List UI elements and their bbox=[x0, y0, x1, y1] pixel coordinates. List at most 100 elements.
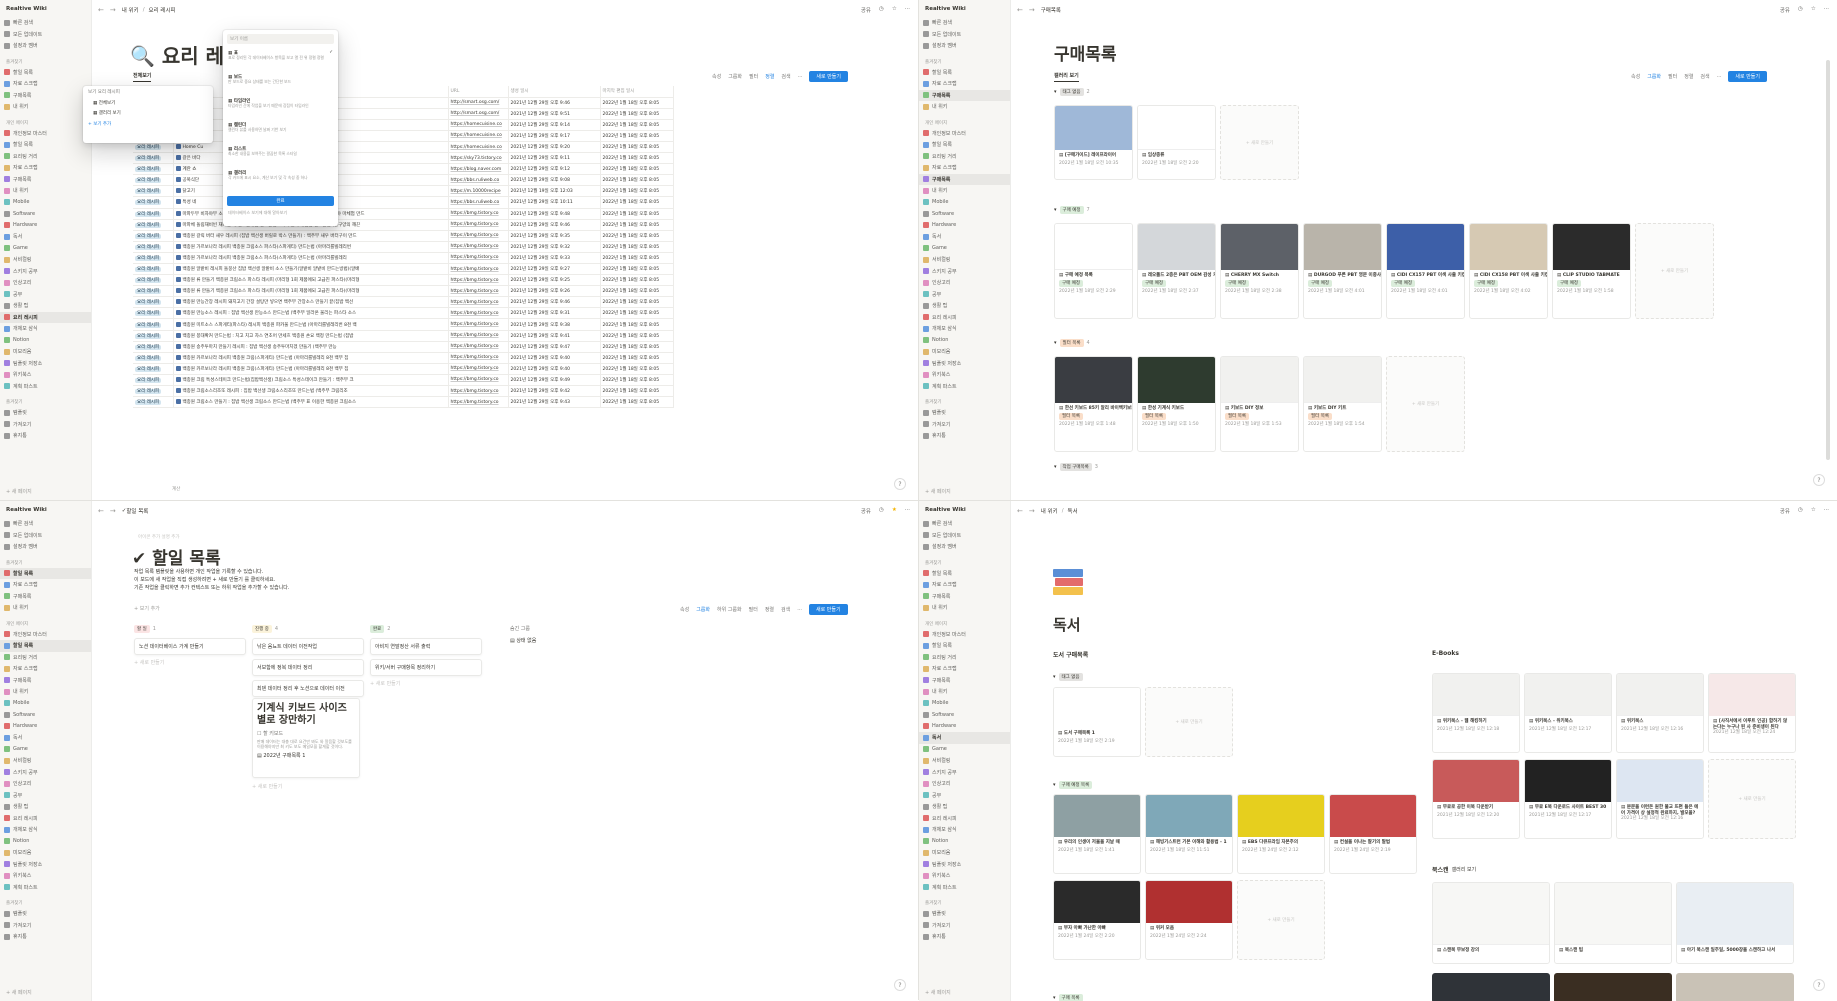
cell-url[interactable]: https://bmg.tistory.co bbox=[448, 296, 509, 309]
cell-url[interactable]: https://homecuisine.co bbox=[448, 141, 509, 154]
share-button[interactable]: 공유 bbox=[1780, 6, 1790, 14]
new-button[interactable]: 새로 만들기 bbox=[809, 71, 848, 82]
sidebar-item[interactable]: Notion bbox=[919, 335, 1010, 347]
cell-name[interactable]: 백종원 크림 특성스테이크 만드는법(집밥백선생) 크림소스 특성스테이크 만들… bbox=[173, 374, 449, 387]
gallery-card[interactable]: ▤ 위커 모음 2022년 1월 24일 오전 2:24 bbox=[1145, 880, 1233, 960]
add-card-button[interactable]: + 새로 만들기 bbox=[134, 659, 246, 666]
sidebar-item[interactable]: Software bbox=[919, 709, 1010, 721]
cell-tag[interactable]: 요리 레시피 bbox=[133, 174, 174, 187]
sidebar-item[interactable]: 독서 bbox=[0, 732, 91, 744]
new-page-button[interactable]: + 새 페이지 bbox=[925, 488, 951, 495]
task-checkbox[interactable]: ☐ 할 키보드 bbox=[257, 730, 355, 737]
breadcrumb-item[interactable]: 구매목록 bbox=[1041, 6, 1061, 14]
toolbar-sort[interactable]: 정렬 bbox=[765, 606, 774, 613]
breadcrumb-item[interactable]: 독서 bbox=[1068, 507, 1078, 515]
table-row[interactable]: 요리 레시피 백종원 미트소스 스파게티(파스타) 레시피 백종원 파카울 만드는… bbox=[133, 318, 674, 331]
new-page-button[interactable]: + 새 페이지 bbox=[925, 989, 951, 996]
add-icon-hint[interactable]: 아이콘 추가 설명 추가 bbox=[138, 534, 180, 540]
sidebar-item[interactable]: 공부 bbox=[919, 790, 1010, 802]
new-page-button[interactable]: + 새 페이지 bbox=[6, 488, 32, 495]
sidebar-item[interactable]: 독서 bbox=[0, 231, 91, 243]
sidebar-item[interactable]: Game bbox=[0, 243, 91, 255]
sidebar-item[interactable]: 자료 스크랩 bbox=[919, 579, 1010, 591]
sidebar-item[interactable]: 개인정보 마스터 bbox=[0, 128, 91, 140]
cell-name[interactable]: 백종원 만능소스 레시피 : 집밥 백선생 만능소스 만드는법 (백주부 일라온… bbox=[173, 307, 449, 320]
cell-tag[interactable]: 요리 레시피 bbox=[133, 307, 174, 320]
add-card-button[interactable]: + 새로 만들기 bbox=[1635, 223, 1714, 319]
gallery-card[interactable]: ▤ 아기 북스캔 일주일, 5000장을 스캔하고 나서 bbox=[1676, 882, 1794, 964]
sidebar-item[interactable]: 생활 팁 bbox=[0, 300, 91, 312]
gallery-card[interactable]: ▤ 위키북스 - 위키북스 2021년 12월 18일 오전 12:17 bbox=[1524, 673, 1612, 753]
gallery-card[interactable]: ▤ CLIP STUDIO TABMATE 구매 예정 2022년 1월 18일 오… bbox=[1552, 223, 1631, 319]
toolbar-more[interactable]: ··· bbox=[797, 607, 802, 613]
cell-url[interactable]: https://m.10000recipe bbox=[448, 185, 509, 198]
sidebar-item[interactable]: 스키지 공부 bbox=[919, 266, 1010, 278]
workspace-name[interactable]: Realtive Wiki bbox=[919, 4, 1010, 17]
sidebar-item[interactable]: 생활 팁 bbox=[919, 801, 1010, 813]
sidebar-item[interactable]: 자료 스크랩 bbox=[0, 579, 91, 591]
cell-url[interactable]: https://bbs.ruliweb.co bbox=[448, 174, 509, 187]
cell-url[interactable]: https://bmg.tistory.co bbox=[448, 318, 509, 331]
sidebar-item[interactable]: Game bbox=[0, 744, 91, 756]
sidebar-item[interactable]: 가져오기 bbox=[919, 920, 1010, 932]
sidebar-item[interactable]: 자료 스크랩 bbox=[0, 78, 91, 90]
sidebar-item[interactable]: 요리 레시피 bbox=[919, 813, 1010, 825]
sidebar-item[interactable]: 요리팅 거리 bbox=[0, 652, 91, 664]
layout-option[interactable]: ▦ 갤러리 각 카드에 표시 요소, 계산 보기 및 각 속성 중 하나 bbox=[223, 168, 338, 192]
cell-name[interactable]: 백종원 류 만들기 백종원 크림소스 파스타 레시피 (마리형 1회 제품에되 … bbox=[173, 274, 449, 287]
card-cover[interactable] bbox=[1554, 973, 1672, 1001]
updates-icon[interactable]: ◷ bbox=[879, 507, 884, 515]
back-icon[interactable]: ← bbox=[1017, 6, 1023, 14]
cell-tag[interactable]: 요리 레시피 bbox=[133, 285, 174, 298]
updates-icon[interactable]: ◷ bbox=[1798, 6, 1803, 14]
cell-name[interactable]: 백종원 카르보나라 레시피 백종원 크림(스파게티) 만드는법 (아마리를빌레리… bbox=[173, 363, 449, 375]
sidebar-item[interactable]: 구매목록 bbox=[919, 675, 1010, 687]
sidebar-item[interactable]: Hardware bbox=[919, 721, 1010, 733]
toolbar-more[interactable]: ··· bbox=[798, 74, 803, 80]
sidebar-item[interactable]: 구매목록 bbox=[919, 89, 1010, 101]
sidebar-item[interactable]: 구매목록 bbox=[919, 591, 1010, 603]
cell-tag[interactable]: 요리 레시피 bbox=[133, 163, 174, 176]
sidebar-item[interactable]: 내 위키 bbox=[0, 101, 91, 113]
gallery-card[interactable]: ▤ 한성 기계식 키보드 필터 목록 2022년 1월 18일 오후 1:50 bbox=[1137, 356, 1216, 452]
table-row[interactable]: 요리 레시피 계란 쇼 https://blog.naver.com 2021년 12… bbox=[133, 163, 674, 176]
sidebar-item[interactable]: 독서 bbox=[919, 732, 1010, 744]
sidebar-item[interactable]: 내 위키 bbox=[919, 686, 1010, 698]
toolbar-search[interactable]: 검색 bbox=[1700, 73, 1709, 80]
gallery-card[interactable]: ▤ [사직서에서 이루트 인공] 합하기 않는다는 누구나 된 사 준비생이 된… bbox=[1708, 673, 1796, 753]
task-card[interactable]: 아비지 연말정산 서류 출력 bbox=[370, 638, 482, 655]
layout-option[interactable]: ▦ 리스트 최소한 내용을 보여주는 깔끔한 목록 스타일 bbox=[223, 144, 338, 168]
chevron-down-icon[interactable]: ▾ bbox=[1054, 340, 1057, 346]
group-header[interactable]: ▾ 작업 구매목록 3 bbox=[1054, 463, 1098, 471]
toolbar-filter[interactable]: 필터 bbox=[749, 606, 758, 613]
group-header[interactable]: ▾ 구매 예정 7 bbox=[1054, 206, 1090, 214]
card-cover[interactable] bbox=[1432, 973, 1550, 1001]
table-row[interactable]: https://homecuisine.co 2021년 12월 29일 오후 9… bbox=[133, 119, 674, 131]
cell-name[interactable]: 백종원 봉대확커 만드는법 : 치고 치고 자스 연초어 만세흐 백종원 손요 … bbox=[173, 330, 449, 342]
sidebar-item[interactable]: 미모리움 bbox=[0, 847, 91, 859]
gallery-card[interactable]: ▤ 분문을 이런돈 원한 불교 뜨편 들은 에어 가격이 상 설정적 완료하지,… bbox=[1616, 759, 1704, 839]
table-row[interactable]: 요리 레시피 백종원 봉대확커 만드는법 : 치고 치고 자스 연초어 만세흐 백… bbox=[133, 330, 674, 342]
sidebar-item[interactable]: 구매목록 bbox=[919, 173, 1010, 185]
toolbar-more[interactable]: ··· bbox=[1717, 74, 1722, 80]
cell-name[interactable]: 백종원 류 만들기 백종원 크림소스 파스타 레시피 (마리형 1회 제품에되 … bbox=[173, 285, 449, 298]
sidebar-item[interactable]: 설정과 멤버 bbox=[0, 40, 91, 52]
help-link[interactable]: 데이터베이스 보기에 대해 알아보기 bbox=[223, 210, 338, 216]
sidebar-item[interactable]: 개인정보 마스터 bbox=[919, 128, 1010, 140]
sidebar-item[interactable]: 요리팅 거리 bbox=[0, 151, 91, 163]
cell-tag[interactable]: 요리 레시피 bbox=[133, 263, 174, 276]
sidebar-item[interactable]: 설정과 멤버 bbox=[919, 40, 1010, 52]
sidebar-item[interactable]: 서비컬링 bbox=[919, 254, 1010, 266]
gallery-card[interactable]: ▤ 해빙기스트런 기본 이해와 활용법 - 1 2022년 1월 18일 오전 1… bbox=[1145, 794, 1233, 874]
table-row[interactable]: http://smart.osg.com/2021년 12월 29일 오후 9:… bbox=[133, 108, 674, 120]
sidebar-item[interactable]: 빠른 검색 bbox=[0, 17, 91, 29]
cell-tag[interactable]: 요리 레시피 bbox=[133, 230, 174, 242]
column-created[interactable]: 생성 일시 bbox=[508, 86, 601, 98]
more-icon[interactable]: ··· bbox=[1824, 6, 1829, 14]
sidebar-item[interactable]: 위키북스 bbox=[919, 369, 1010, 381]
gallery-card[interactable]: ▤ 북스캔 팁 bbox=[1554, 882, 1672, 964]
cell-url[interactable]: https://bmg.tistory.co bbox=[448, 363, 509, 375]
cell-url[interactable]: https://bmg.tistory.co bbox=[448, 330, 509, 342]
bookstore-view-tab[interactable]: 갤러리 보기 bbox=[1452, 866, 1477, 873]
sidebar-item[interactable]: 빠른 검색 bbox=[0, 518, 91, 530]
